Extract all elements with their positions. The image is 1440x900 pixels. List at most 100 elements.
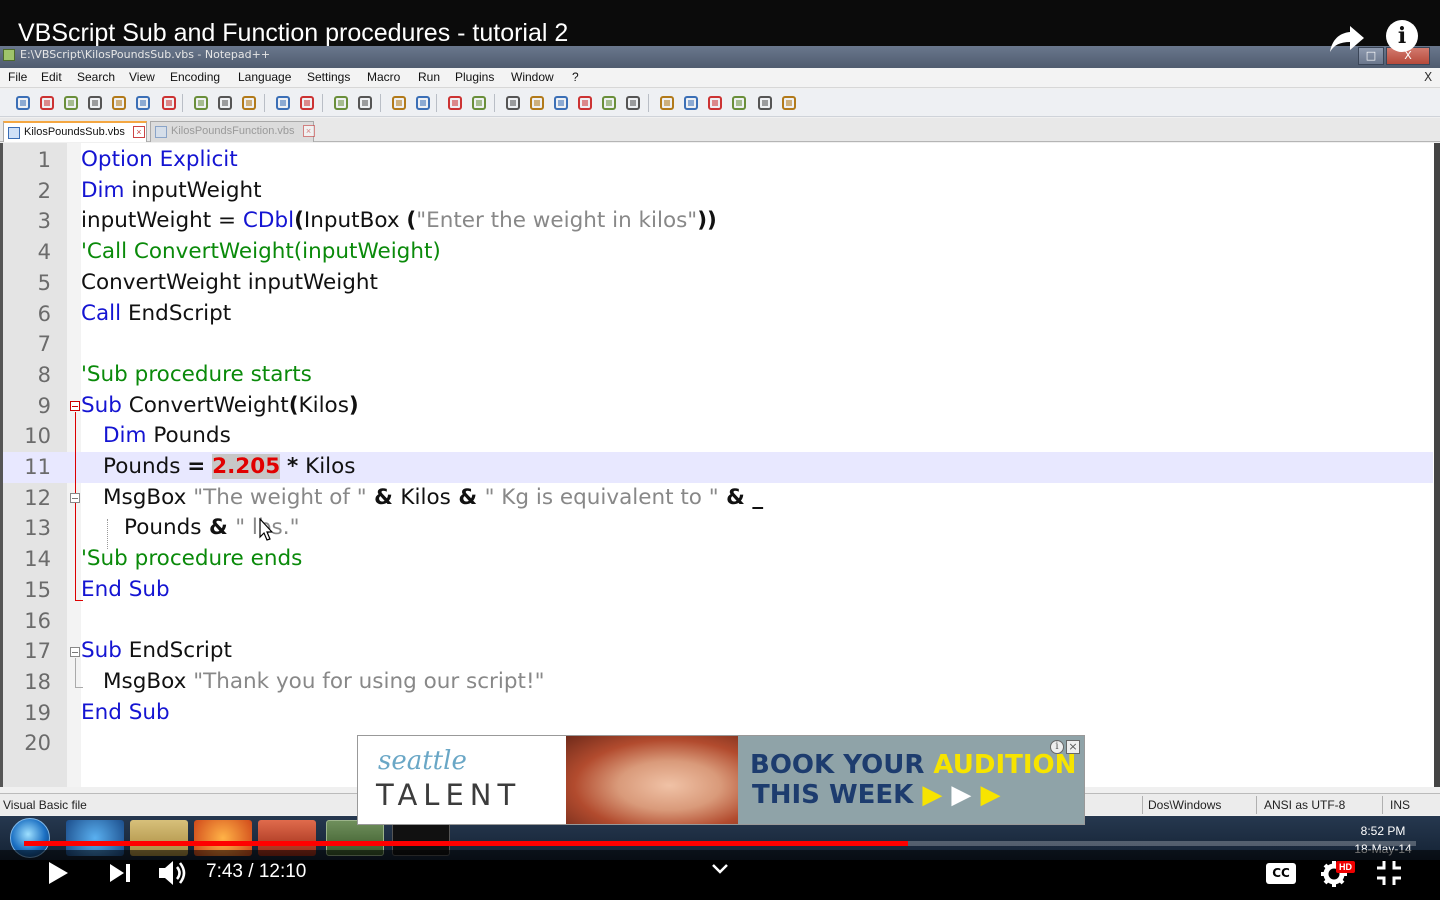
undo-icon[interactable]	[274, 94, 292, 112]
code-line[interactable]: 4 'Call ConvertWeight(inputWeight)	[3, 237, 1433, 268]
video-player[interactable]: E:\VBScript\KilosPoundsSub.vbs - Notepad…	[0, 0, 1440, 900]
code-line[interactable]: 12 MsgBox "The weight of " & Kilos & " Kg…	[3, 483, 1433, 514]
save-macro-icon[interactable]	[780, 94, 798, 112]
code-line[interactable]: 8 'Sub procedure starts	[3, 360, 1433, 391]
play-macro-icon[interactable]	[730, 94, 748, 112]
chevron-down-icon[interactable]	[711, 863, 729, 875]
code-text: Call EndScript	[81, 299, 231, 329]
paste-icon[interactable]	[240, 94, 258, 112]
menu-view[interactable]: View	[129, 70, 155, 84]
run-macro-icon[interactable]	[756, 94, 774, 112]
menu-window[interactable]: Window	[511, 70, 554, 84]
tab-close-icon[interactable]: ×	[132, 126, 145, 138]
code-line[interactable]: 19 End Sub	[3, 698, 1433, 729]
word-wrap-icon[interactable]	[504, 94, 522, 112]
code-token: (	[406, 208, 417, 234]
code-line[interactable]: 17 Sub EndScript	[3, 636, 1433, 667]
toolbar-separator	[264, 94, 265, 112]
show-all-chars-icon[interactable]	[528, 94, 546, 112]
menu-plugins[interactable]: Plugins	[455, 70, 494, 84]
info-icon[interactable]: i	[1386, 20, 1418, 52]
progress-bar[interactable]	[24, 841, 1416, 846]
record-macro-icon[interactable]	[682, 94, 700, 112]
code-text: 'Sub procedure starts	[81, 360, 312, 390]
doc-map-icon[interactable]	[600, 94, 618, 112]
close-icon[interactable]	[110, 94, 128, 112]
zoom-out-icon[interactable]	[414, 94, 432, 112]
menu-settings[interactable]: Settings	[307, 70, 350, 84]
code-text: Dim inputWeight	[81, 176, 262, 206]
ad-headline-book: BOOK YOUR	[750, 750, 934, 780]
fold-toggle-icon[interactable]	[70, 493, 80, 503]
fold-toggle-icon[interactable]	[70, 647, 80, 657]
code-line[interactable]: 10 Dim Pounds	[3, 421, 1433, 452]
menu-close-doc-button[interactable]: X	[1424, 70, 1432, 84]
captions-button[interactable]: CC	[1266, 863, 1296, 884]
folder-workspace-icon[interactable]	[658, 94, 676, 112]
notepadpp-window: E:\VBScript\KilosPoundsSub.vbs - Notepad…	[0, 44, 1440, 816]
tab-kilospoundsfunction[interactable]: KilosPoundsFunction.vbs ×	[150, 121, 315, 142]
save-icon[interactable]	[62, 94, 80, 112]
code-line[interactable]: 18 MsgBox "Thank you for using our script…	[3, 667, 1433, 698]
find-icon[interactable]	[332, 94, 350, 112]
play-icon[interactable]	[46, 860, 70, 886]
menu-encoding[interactable]: Encoding	[170, 70, 220, 84]
code-text: Option Explicit	[81, 145, 238, 175]
video-title[interactable]: VBScript Sub and Function procedures - t…	[18, 18, 568, 48]
print-icon[interactable]	[160, 94, 178, 112]
code-line[interactable]: 14 'Sub procedure ends	[3, 544, 1433, 575]
ad-close-icon[interactable]: ×	[1066, 740, 1080, 754]
redo-icon[interactable]	[298, 94, 316, 112]
comment-token: 'Call ConvertWeight(inputWeight)	[81, 239, 441, 265]
code-line[interactable]: 13 Pounds & " lbs."	[3, 513, 1433, 544]
code-line[interactable]: 2 Dim inputWeight	[3, 176, 1433, 207]
code-token: Kilos	[298, 392, 349, 418]
code-editor[interactable]: 1 Option Explicit 2 Dim inputWeight 3 inputWe…	[0, 143, 1440, 787]
status-separator	[1142, 796, 1143, 814]
copy-icon[interactable]	[216, 94, 234, 112]
status-eol: Dos\Windows	[1148, 798, 1222, 812]
stop-macro-icon[interactable]	[706, 94, 724, 112]
replace-icon[interactable]	[356, 94, 374, 112]
code-line[interactable]: 7	[3, 329, 1433, 360]
new-file-icon[interactable]	[14, 94, 32, 112]
menu-macro[interactable]: Macro	[367, 70, 400, 84]
open-file-icon[interactable]	[38, 94, 56, 112]
comment-token: 'Sub procedure ends	[81, 546, 303, 572]
menu-help[interactable]: ?	[572, 70, 579, 84]
close-all-icon[interactable]	[134, 94, 152, 112]
indent-guide-icon[interactable]	[552, 94, 570, 112]
ad-banner[interactable]: seattle TALENT BOOK YOUR AUDITION THIS W…	[357, 735, 1085, 825]
code-token: &	[366, 484, 401, 510]
menu-run[interactable]: Run	[418, 70, 440, 84]
code-line[interactable]: 3 inputWeight = CDbl(InputBox ("Enter the…	[3, 206, 1433, 237]
code-line[interactable]: 5 ConvertWeight inputWeight	[3, 268, 1433, 299]
menu-language[interactable]: Language	[238, 70, 291, 84]
menu-edit[interactable]: Edit	[41, 70, 62, 84]
code-line[interactable]: 15 End Sub	[3, 575, 1433, 606]
line-number: 14	[24, 547, 51, 572]
menu-file[interactable]: File	[8, 70, 27, 84]
ad-info-icon[interactable]: i	[1050, 740, 1064, 754]
next-icon[interactable]	[108, 862, 132, 884]
code-line-current[interactable]: 11 Pounds = 2.205 * Kilos	[3, 452, 1433, 483]
tab-close-icon[interactable]: ×	[302, 125, 315, 137]
code-line[interactable]: 9 Sub ConvertWeight(Kilos)	[3, 391, 1433, 422]
exit-fullscreen-icon[interactable]	[1376, 860, 1402, 886]
menu-search[interactable]: Search	[77, 70, 115, 84]
function-list-icon[interactable]	[624, 94, 642, 112]
cut-icon[interactable]	[192, 94, 210, 112]
code-line[interactable]: 6 Call EndScript	[3, 299, 1433, 330]
sync-horizontal-icon[interactable]	[470, 94, 488, 112]
code-line[interactable]: 1 Option Explicit	[3, 145, 1433, 176]
volume-icon[interactable]	[157, 858, 189, 888]
tab-kilospoundssub[interactable]: KilosPoundsSub.vbs ×	[3, 121, 147, 142]
share-icon[interactable]	[1328, 18, 1368, 58]
code-line[interactable]: 16	[3, 606, 1433, 637]
save-all-icon[interactable]	[86, 94, 104, 112]
zoom-in-icon[interactable]	[390, 94, 408, 112]
ad-photo	[566, 736, 738, 824]
sync-vertical-icon[interactable]	[446, 94, 464, 112]
fold-toggle-icon[interactable]	[70, 401, 80, 411]
language-icon[interactable]	[576, 94, 594, 112]
